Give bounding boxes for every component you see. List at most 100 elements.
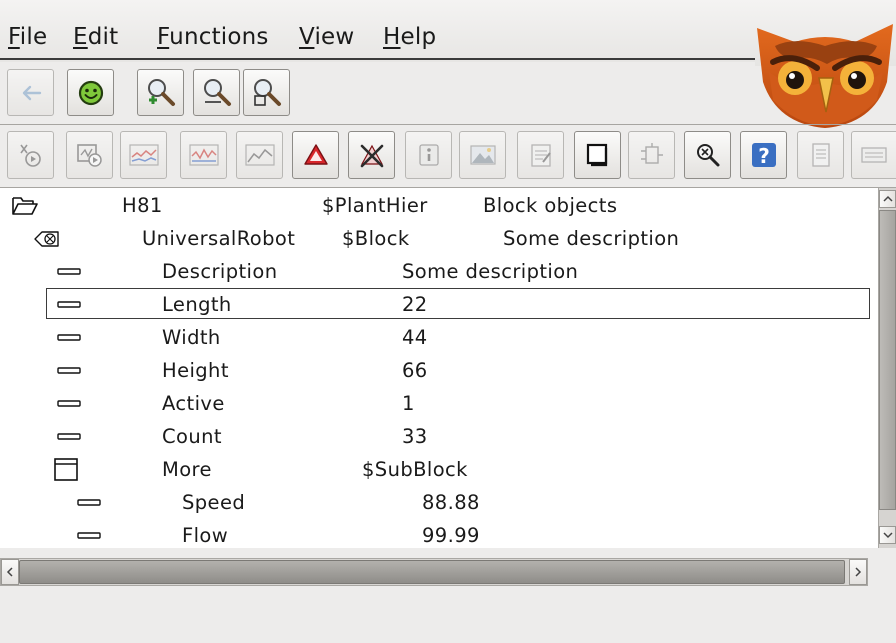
tree-row-name: Height <box>162 359 229 382</box>
zoom-reset-icon <box>203 78 231 106</box>
attribute-icon <box>57 400 81 407</box>
open-object-icon <box>586 143 607 167</box>
status-area <box>0 590 896 643</box>
menu-help-label: elp <box>400 24 437 50</box>
block-alarm-button[interactable] <box>348 131 395 179</box>
tree-row-speed[interactable]: Speed 88.88 <box>0 486 878 519</box>
tree-row-width[interactable]: Width 44 <box>0 321 878 354</box>
trace-button[interactable] <box>7 131 54 179</box>
trace-icon <box>19 144 41 167</box>
object-tree: H81 $PlantHier Block objects UniversalRo… <box>0 188 878 548</box>
menu-edit-label: dit <box>87 24 119 50</box>
menu-functions-mnemonic: F <box>157 24 170 50</box>
attribute-icon <box>57 433 81 440</box>
fast-button[interactable] <box>180 131 227 179</box>
tree-row-universalrobot[interactable]: UniversalRobot $Block Some description <box>0 222 878 255</box>
notes-icon <box>530 144 551 167</box>
tree-row-h81[interactable]: H81 $PlantHier Block objects <box>0 189 878 222</box>
tree-row-value: Some description <box>503 227 680 250</box>
fast-icon <box>188 144 219 166</box>
menu-view-label: iew <box>314 24 355 50</box>
crossref-button[interactable] <box>628 131 675 179</box>
back-button[interactable] <box>7 69 54 116</box>
menu-help-mnemonic: H <box>383 24 401 50</box>
vertical-scroll-thumb[interactable] <box>879 210 896 510</box>
tree-row-height[interactable]: Height 66 <box>0 354 878 387</box>
class-button[interactable] <box>851 131 896 179</box>
folder-open-icon[interactable] <box>10 193 40 218</box>
menu-edit[interactable]: Edit <box>73 21 118 53</box>
alarm-button[interactable] <box>292 131 339 179</box>
zoom-in-button[interactable] <box>137 69 184 116</box>
attribute-icon <box>57 268 81 275</box>
zoom-in-icon <box>147 78 175 106</box>
alarm-icon <box>303 144 328 165</box>
scroll-up-button[interactable] <box>879 190 896 208</box>
function-toolbar: ? <box>0 124 896 188</box>
open-object-button[interactable] <box>574 131 621 179</box>
history-button[interactable] <box>236 131 283 179</box>
history-icon <box>244 144 275 166</box>
document-button[interactable] <box>797 131 844 179</box>
horizontal-scroll-thumb[interactable] <box>19 560 845 584</box>
photo-button[interactable] <box>459 131 506 179</box>
menu-view[interactable]: View <box>299 21 354 53</box>
zoom-out-button[interactable] <box>243 69 290 116</box>
tree-row-value: 33 <box>402 425 428 448</box>
menu-view-mnemonic: V <box>299 24 315 50</box>
menubar-divider <box>0 58 755 60</box>
back-arrow-icon <box>22 85 41 100</box>
help-button[interactable]: ? <box>740 131 787 179</box>
tree-row-name: Count <box>162 425 222 448</box>
attribute-icon <box>57 301 81 308</box>
menu-functions[interactable]: Functions <box>157 21 269 53</box>
menu-file-label: ile <box>19 24 48 50</box>
tree-row-name: More <box>162 458 212 481</box>
scroll-down-button[interactable] <box>879 526 896 544</box>
info-button[interactable] <box>405 131 452 179</box>
tree-row-value: 44 <box>402 326 428 349</box>
smiley-icon <box>78 80 103 105</box>
main-toolbar <box>0 62 755 124</box>
trend-icon <box>128 144 159 166</box>
chevron-down-icon <box>882 532 893 539</box>
tree-row-active[interactable]: Active 1 <box>0 387 878 420</box>
tree-row-length[interactable]: Length 22 <box>0 288 878 321</box>
tree-row-class: $PlantHier <box>322 194 428 217</box>
attrobject-icon[interactable] <box>52 457 82 482</box>
tree-row-name: UniversalRobot <box>142 227 296 250</box>
tree-row-value: 99.99 <box>422 524 480 547</box>
tree-row-description[interactable]: Description Some description <box>0 255 878 288</box>
tree-row-value: 1 <box>402 392 415 415</box>
scroll-left-button[interactable] <box>1 559 19 585</box>
tree-row-flow[interactable]: Flow 99.99 <box>0 519 878 548</box>
tree-row-count[interactable]: Count 33 <box>0 420 878 453</box>
scroll-right-button[interactable] <box>849 559 867 585</box>
tree-row-name: Length <box>162 293 232 316</box>
notes-button[interactable] <box>517 131 564 179</box>
document-icon <box>811 143 830 167</box>
menu-help[interactable]: Help <box>383 21 436 53</box>
menu-file[interactable]: File <box>8 21 47 53</box>
chevron-left-icon <box>6 567 13 577</box>
menu-functions-label: unctions <box>169 24 269 50</box>
owl-logo <box>755 12 896 130</box>
trend-button[interactable] <box>120 131 167 179</box>
tree-row-value: Block objects <box>483 194 618 217</box>
tree-row-more[interactable]: More $SubBlock <box>0 453 878 486</box>
zoom-out-icon <box>253 78 281 106</box>
attribute-icon <box>77 532 101 539</box>
search-button[interactable] <box>684 131 731 179</box>
attribute-icon <box>57 367 81 374</box>
zoom-reset-button[interactable] <box>193 69 240 116</box>
object-icon[interactable] <box>32 226 62 251</box>
tree-row-name: Active <box>162 392 225 415</box>
tree-row-class: $Block <box>342 227 410 250</box>
smiley-button[interactable] <box>67 69 114 116</box>
search-icon <box>696 144 719 167</box>
svg-text:?: ? <box>758 144 770 168</box>
vertical-scrollbar[interactable] <box>878 188 896 548</box>
graph-button[interactable] <box>66 131 113 179</box>
horizontal-scrollbar[interactable] <box>0 558 868 586</box>
tree-row-value: 66 <box>402 359 428 382</box>
